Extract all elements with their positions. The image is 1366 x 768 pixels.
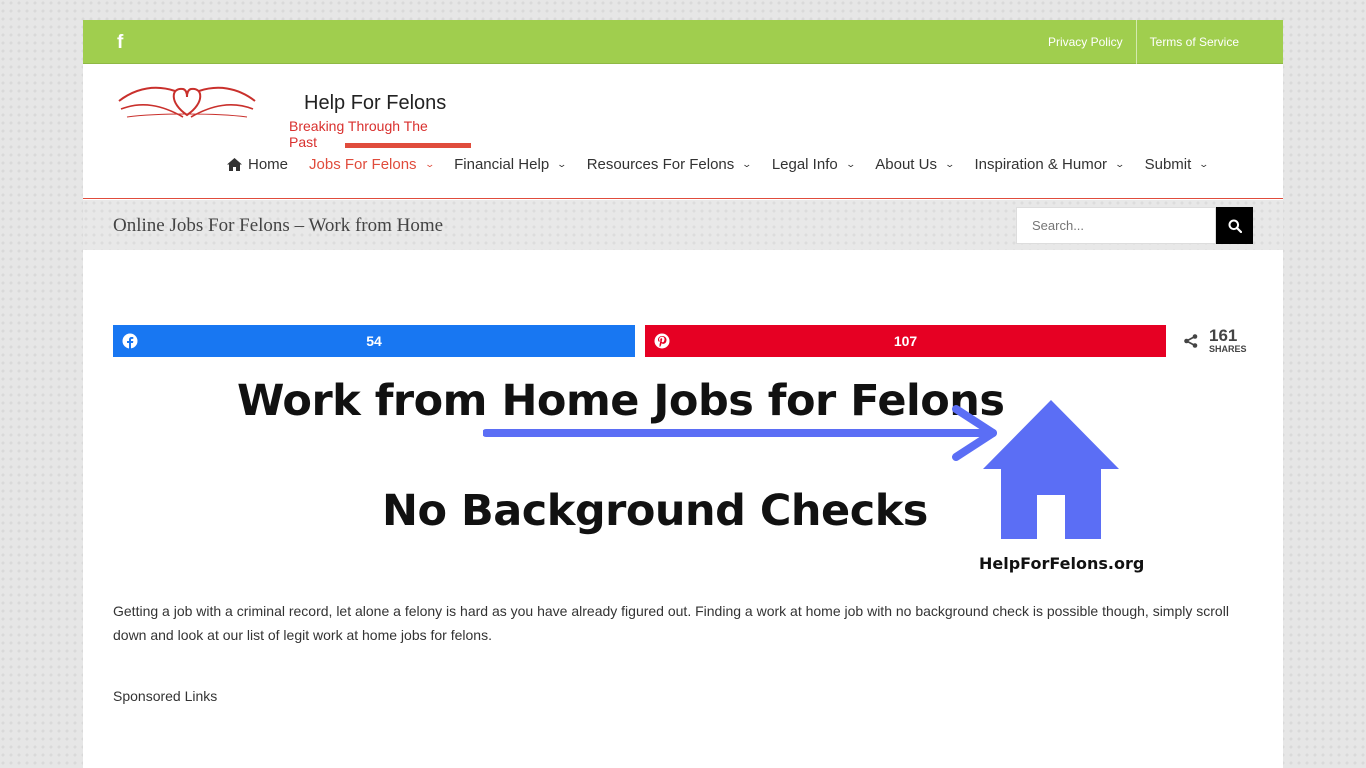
home-icon <box>227 158 242 171</box>
facebook-icon <box>122 333 138 349</box>
total-shares: 161 SHARES <box>1183 326 1247 354</box>
chevron-down-icon: ⌄ <box>1114 159 1126 169</box>
total-shares-count: 161 <box>1209 326 1238 345</box>
nav-item-label: About Us <box>875 156 937 173</box>
chevron-down-icon: ⌄ <box>944 159 956 169</box>
nav-item-label: Jobs For Felons <box>309 156 417 173</box>
site-logo[interactable]: Help For Felons Breaking Through The Pas… <box>117 77 471 150</box>
pinterest-share-button[interactable]: 107 <box>645 325 1166 357</box>
search-button[interactable] <box>1216 207 1253 244</box>
hero-subheadline: No Background Checks <box>382 486 928 536</box>
nav-item-resources-for-felons[interactable]: Resources For Felons ⌄ <box>586 156 753 173</box>
hero-site-name: HelpForFelons.org <box>979 554 1145 573</box>
nav-item-home[interactable]: Home <box>227 156 288 173</box>
nav-item-submit[interactable]: Submit ⌄ <box>1144 156 1210 173</box>
page-title: Online Jobs For Felons – Work from Home <box>113 215 444 236</box>
top-bar: f Privacy Policy Terms of Service <box>83 20 1283 64</box>
nav-item-label: Resources For Felons <box>586 156 735 173</box>
hero-image: Work from Home Jobs for Felons No Backgr… <box>203 372 1145 582</box>
house-icon <box>983 400 1119 539</box>
facebook-share-button[interactable]: 54 <box>113 325 635 357</box>
search-icon <box>1228 219 1242 233</box>
nav-item-financial-help[interactable]: Financial Help ⌄ <box>454 156 568 173</box>
chevron-down-icon: ⌄ <box>556 159 568 169</box>
nav-item-inspiration-humor[interactable]: Inspiration & Humor ⌄ <box>974 156 1126 173</box>
pinterest-share-count: 107 <box>893 333 918 349</box>
search-input[interactable] <box>1016 207 1216 244</box>
nav-item-about-us[interactable]: About Us ⌄ <box>875 156 956 173</box>
logo-underline <box>345 143 471 148</box>
site-header: Help For Felons Breaking Through The Pas… <box>83 64 1283 199</box>
facebook-share-count: 54 <box>366 333 382 349</box>
nav-item-label: Legal Info <box>771 156 838 173</box>
chevron-down-icon: ⌄ <box>741 159 753 169</box>
top-links: Privacy Policy Terms of Service <box>1048 20 1283 64</box>
chevron-down-icon: ⌄ <box>1198 159 1210 169</box>
nav-item-label: Home <box>248 156 289 173</box>
pinterest-icon <box>654 333 670 349</box>
chevron-down-icon: ⌄ <box>845 159 856 169</box>
site-title: Help For Felons <box>304 92 447 114</box>
main-nav: Home Jobs For Felons ⌄ Financial Help ⌄ … <box>227 156 1229 173</box>
nav-item-label: Financial Help <box>454 156 550 173</box>
share-icon <box>1184 334 1198 348</box>
page-wrapper: f Privacy Policy Terms of Service Help F… <box>83 20 1283 768</box>
nav-item-label: Inspiration & Humor <box>974 156 1108 173</box>
nav-item-label: Submit <box>1144 156 1192 173</box>
total-shares-label: SHARES <box>1209 344 1247 354</box>
arrow-right-icon <box>483 405 997 461</box>
privacy-policy-link[interactable]: Privacy Policy <box>1048 20 1137 64</box>
terms-of-service-link[interactable]: Terms of Service <box>1137 20 1283 64</box>
facebook-icon[interactable]: f <box>117 32 123 54</box>
intro-paragraph: Getting a job with a criminal record, le… <box>113 603 1229 643</box>
nav-item-jobs-for-felons[interactable]: Jobs For Felons ⌄ <box>309 156 435 173</box>
hands-heart-logo-icon <box>118 86 256 118</box>
chevron-down-icon: ⌄ <box>424 159 435 169</box>
sponsored-links-label: Sponsored Links <box>113 688 218 704</box>
page-title-bar: Online Jobs For Felons – Work from Home <box>83 200 1283 250</box>
nav-item-legal-info[interactable]: Legal Info ⌄ <box>771 156 856 173</box>
